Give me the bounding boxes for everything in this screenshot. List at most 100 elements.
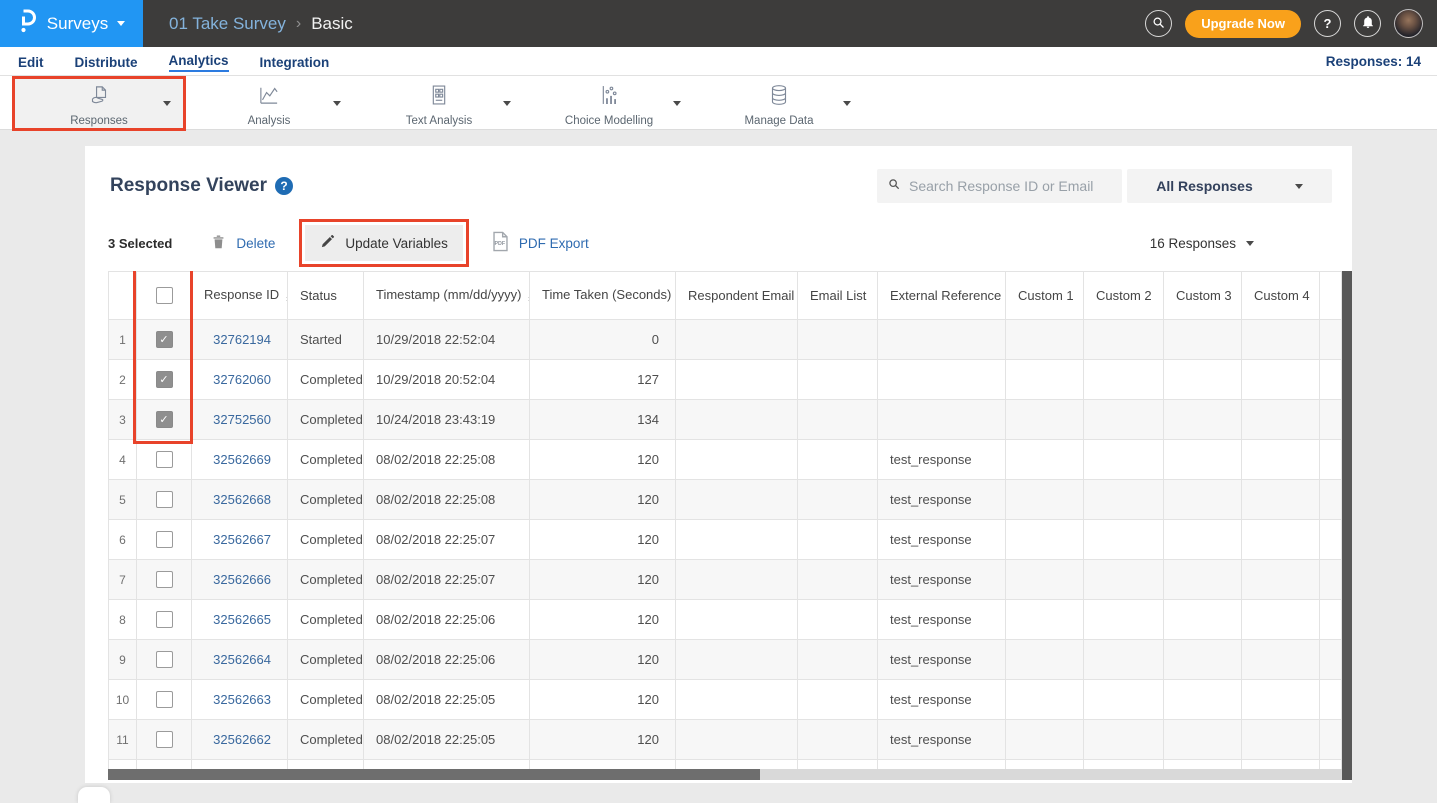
custom-2-cell [1084, 760, 1164, 770]
breadcrumb-survey-link[interactable]: 01 Take Survey [169, 14, 286, 34]
response-id-link[interactable]: 32562665 [192, 600, 288, 640]
respondent-email-cell [676, 520, 798, 560]
toolbar-item-manage-data[interactable]: Manage Data [694, 77, 864, 129]
email-list-cell [798, 320, 878, 360]
manage-data-dropdown-caret-icon[interactable] [843, 101, 851, 106]
notifications-button[interactable] [1354, 10, 1381, 37]
app-menu-surveys[interactable]: Surveys [0, 0, 143, 47]
upgrade-now-button[interactable]: Upgrade Now [1185, 10, 1301, 38]
custom-4-cell [1242, 360, 1320, 400]
custom-2-cell [1084, 720, 1164, 760]
topbar-actions: Upgrade Now ? [1145, 0, 1437, 47]
select-all-checkbox[interactable] [156, 287, 173, 304]
nav-item-distribute[interactable]: Distribute [75, 53, 138, 70]
toolbar-item-text-analysis[interactable]: Text Analysis [354, 77, 524, 129]
row-checkbox[interactable] [156, 731, 173, 748]
row-checkbox[interactable] [156, 451, 173, 468]
row-checkbox[interactable] [156, 491, 173, 508]
help-button[interactable]: ? [1314, 10, 1341, 37]
nav-item-integration[interactable]: Integration [260, 53, 330, 70]
text-analysis-dropdown-caret-icon[interactable] [503, 101, 511, 106]
row-checkbox[interactable] [156, 611, 173, 628]
table-controls-row: 3 Selected Delete Update Variables PD [85, 223, 1352, 263]
response-id-link[interactable]: 32762194 [192, 320, 288, 360]
response-id-link[interactable]: 32562664 [192, 640, 288, 680]
custom-2-cell [1084, 640, 1164, 680]
row-checkbox-cell [137, 560, 192, 600]
table-row: 1132562662Completed08/02/2018 22:25:0512… [109, 720, 1342, 760]
response-filter-dropdown[interactable]: All Responses [1127, 169, 1332, 203]
row-number-cell: 2 [109, 360, 137, 400]
row-checkbox[interactable]: ✓ [156, 331, 173, 348]
choice-modelling-dropdown-caret-icon[interactable] [673, 101, 681, 106]
response-id-link[interactable] [192, 760, 288, 770]
nav-item-analytics[interactable]: Analytics [169, 51, 229, 72]
response-id-link[interactable]: 32562668 [192, 480, 288, 520]
response-id-link[interactable]: 32562667 [192, 520, 288, 560]
custom-4-cell [1242, 640, 1320, 680]
col-header-time-taken[interactable]: Time Taken (Seconds) [530, 272, 676, 320]
table-row: 732562666Completed08/02/2018 22:25:07120… [109, 560, 1342, 600]
col-header-response-id[interactable]: Response ID [192, 272, 288, 320]
custom-4-cell [1242, 480, 1320, 520]
row-checkbox[interactable]: ✓ [156, 371, 173, 388]
response-viewer-help-icon[interactable]: ? [275, 177, 293, 195]
horizontal-scrollbar[interactable] [108, 769, 1342, 780]
response-id-link[interactable]: 32562663 [192, 680, 288, 720]
pdf-export-button[interactable]: PDF PDF Export [491, 231, 589, 255]
toolbar-item-responses[interactable]: Responses [14, 77, 184, 129]
toolbar-item-choice-modelling[interactable]: Choice Modelling [524, 77, 694, 129]
col-header-custom-3: Custom 3 [1164, 272, 1242, 320]
email-list-cell [798, 520, 878, 560]
selected-count: 3 Selected [108, 236, 172, 251]
col-header-timestamp[interactable]: Timestamp (mm/dd/yyyy) [364, 272, 530, 320]
response-id-link[interactable]: 32562662 [192, 720, 288, 760]
topbar: Surveys 01 Take Survey › Basic Upgrade N… [0, 0, 1437, 47]
nav-item-edit[interactable]: Edit [18, 53, 44, 70]
user-avatar[interactable] [1394, 9, 1423, 38]
response-id-link[interactable]: 32562669 [192, 440, 288, 480]
row-checkbox[interactable] [156, 531, 173, 548]
response-id-link[interactable]: 32562666 [192, 560, 288, 600]
custom-4-cell [1242, 600, 1320, 640]
row-checkbox[interactable] [156, 571, 173, 588]
custom-3-cell [1164, 520, 1242, 560]
page-size-dropdown[interactable]: 16 Responses [1150, 236, 1254, 251]
analysis-dropdown-caret-icon[interactable] [333, 101, 341, 106]
response-search-box [877, 169, 1122, 203]
custom-4-cell [1242, 760, 1320, 770]
custom-2-cell [1084, 320, 1164, 360]
overflow-cell [1320, 360, 1342, 400]
custom-4-cell [1242, 560, 1320, 600]
status-cell: Started [288, 320, 364, 360]
response-viewer-card: Response Viewer ? All Responses 3 Select… [85, 146, 1352, 783]
row-checkbox[interactable] [156, 691, 173, 708]
response-id-link[interactable]: 32762060 [192, 360, 288, 400]
time-taken-cell: 120 [530, 480, 676, 520]
custom-4-cell [1242, 720, 1320, 760]
responses-dropdown-caret-icon[interactable] [163, 101, 171, 106]
timestamp-cell: 08/02/2018 22:25:05 [364, 720, 530, 760]
overflow-cell [1320, 440, 1342, 480]
custom-3-cell [1164, 760, 1242, 770]
respondent-email-cell [676, 360, 798, 400]
row-checkbox[interactable] [156, 651, 173, 668]
toolbar-item-analysis[interactable]: Analysis [184, 77, 354, 129]
row-checkbox-cell [137, 520, 192, 560]
global-search-button[interactable] [1145, 10, 1172, 37]
delete-button[interactable]: Delete [210, 233, 275, 253]
questionpro-logo-icon [18, 8, 38, 39]
table-row: 1✓32762194Started10/29/2018 22:52:040 [109, 320, 1342, 360]
search-input[interactable] [909, 178, 1112, 194]
time-taken-cell: 134 [530, 400, 676, 440]
col-header-overflow [1320, 272, 1342, 320]
chat-widget-corner[interactable] [78, 787, 110, 803]
overflow-cell [1320, 600, 1342, 640]
time-taken-cell: 120 [530, 600, 676, 640]
row-checkbox[interactable]: ✓ [156, 411, 173, 428]
response-id-link[interactable]: 32752560 [192, 400, 288, 440]
horizontal-scrollbar-thumb[interactable] [108, 769, 760, 780]
vertical-scrollbar[interactable] [1342, 271, 1352, 780]
update-variables-button[interactable]: Update Variables [305, 225, 463, 261]
row-checkbox-cell [137, 760, 192, 770]
